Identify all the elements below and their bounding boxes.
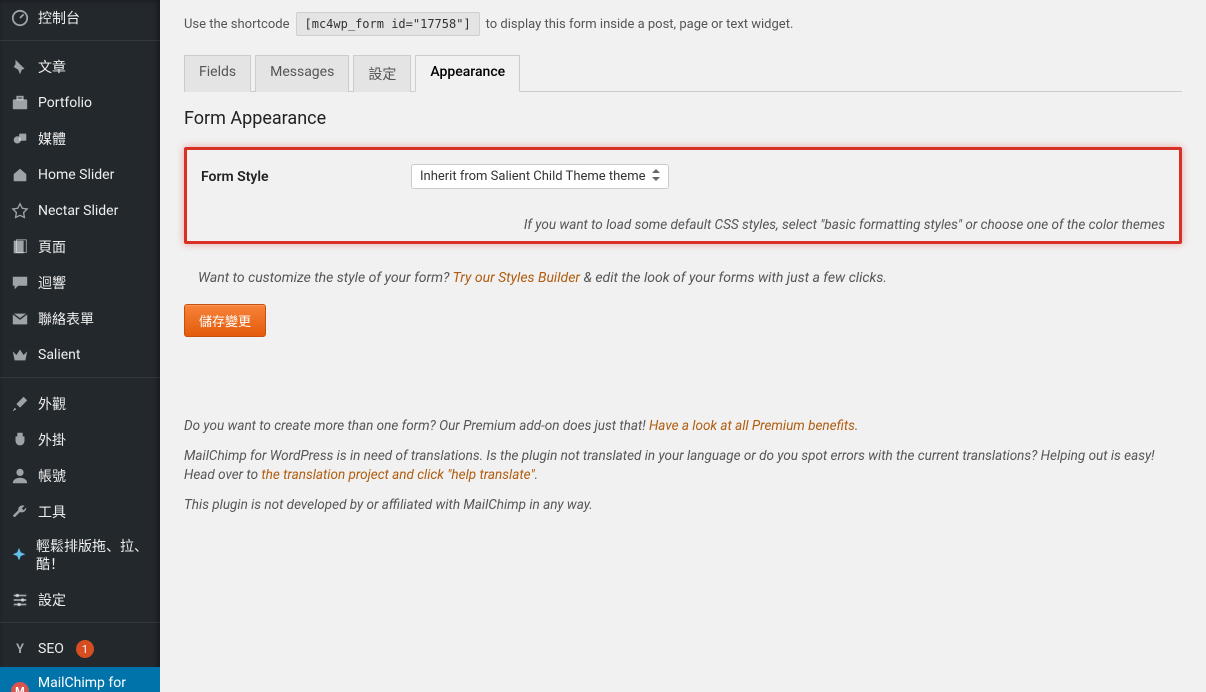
- admin-sidebar: 控制台 文章 Portfolio 媒體 Home Slider Nectar S…: [0, 0, 160, 692]
- form-style-highlight-box: Form Style Inherit from Salient Child Th…: [184, 147, 1182, 244]
- briefcase-icon: [10, 93, 30, 113]
- styles-builder-link[interactable]: Try our Styles Builder: [453, 270, 580, 286]
- mailchimp-icon: M: [10, 681, 30, 692]
- select-value: Inherit from Salient Child Theme theme: [420, 169, 646, 184]
- sidebar-item-mailchimp-for-wp[interactable]: M MailChimp for WP: [0, 667, 160, 692]
- promo-prefix: Want to customize the style of your form…: [198, 270, 449, 286]
- home-icon: [10, 165, 30, 185]
- sidebar-item-label: 設定: [38, 590, 66, 610]
- sidebar-item-portfolio[interactable]: Portfolio: [0, 85, 160, 121]
- sidebar-item-label: 迴響: [38, 273, 66, 293]
- sidebar-item-posts[interactable]: 文章: [0, 49, 160, 85]
- footer-disclaimer: This plugin is not developed by or affil…: [184, 496, 1182, 516]
- dashboard-icon: [10, 8, 30, 28]
- sidebar-item-label: Nectar Slider: [38, 203, 118, 219]
- sidebar-item-easy-layout[interactable]: 輕鬆排版拖、拉、酷！: [0, 530, 160, 582]
- sidebar-item-pages[interactable]: 頁面: [0, 229, 160, 265]
- shortcode-instruction: Use the shortcode [mc4wp_form id="17758"…: [184, 12, 1182, 36]
- tab-appearance[interactable]: Appearance: [415, 55, 520, 92]
- sidebar-item-media[interactable]: 媒體: [0, 121, 160, 157]
- sidebar-item-dashboard[interactable]: 控制台: [0, 0, 160, 36]
- comment-icon: [10, 273, 30, 293]
- sidebar-item-settings[interactable]: 設定: [0, 582, 160, 618]
- sidebar-item-label: MailChimp for WP: [38, 675, 150, 692]
- wrench-icon: [10, 502, 30, 522]
- sidebar-item-label: 外掛: [38, 430, 66, 450]
- pin-icon: [10, 57, 30, 77]
- styles-builder-promo: Want to customize the style of your form…: [198, 270, 1182, 286]
- chevron-updown-icon: [652, 169, 660, 184]
- sidebar-item-label: 外觀: [38, 394, 66, 414]
- sidebar-item-seo[interactable]: Y SEO 1: [0, 631, 160, 667]
- premium-benefits-link[interactable]: Have a look at all Premium benefits: [649, 418, 855, 434]
- tab-fields[interactable]: Fields: [184, 55, 251, 92]
- sidebar-item-label: 工具: [38, 502, 66, 522]
- footer-p1-end: .: [855, 418, 858, 434]
- sidebar-item-label: Salient: [38, 347, 80, 363]
- translation-project-link[interactable]: the translation project and click "help …: [261, 467, 534, 483]
- sidebar-item-label: 頁面: [38, 237, 66, 257]
- shortcode-prefix: Use the shortcode: [184, 17, 290, 32]
- footer-p1-text: Do you want to create more than one form…: [184, 418, 646, 434]
- sidebar-item-label: 媒體: [38, 129, 66, 149]
- sidebar-item-label: SEO: [38, 641, 64, 657]
- form-style-row: Form Style Inherit from Salient Child Th…: [201, 164, 1165, 189]
- main-content: Use the shortcode [mc4wp_form id="17758"…: [160, 0, 1206, 692]
- sidebar-item-label: Home Slider: [38, 167, 114, 183]
- tab-settings[interactable]: 設定: [353, 55, 411, 92]
- seo-icon: Y: [10, 639, 30, 659]
- crown-icon: [10, 345, 30, 365]
- sparkle-icon: [10, 546, 28, 566]
- promo-suffix: & edit the look of your forms with just …: [583, 270, 887, 286]
- update-badge: 1: [76, 640, 94, 658]
- form-style-select[interactable]: Inherit from Salient Child Theme theme: [411, 164, 669, 189]
- sidebar-item-label: 文章: [38, 57, 66, 77]
- sidebar-item-nectar-slider[interactable]: Nectar Slider: [0, 193, 160, 229]
- sidebar-item-appearance[interactable]: 外觀: [0, 386, 160, 422]
- footer-notes: Do you want to create more than one form…: [184, 417, 1182, 515]
- shortcode-suffix: to display this form inside a post, page…: [486, 17, 794, 32]
- tabs: Fields Messages 設定 Appearance: [184, 54, 1182, 92]
- mail-icon: [10, 309, 30, 329]
- sidebar-item-salient[interactable]: Salient: [0, 337, 160, 373]
- media-icon: [10, 129, 30, 149]
- page-icon: [10, 237, 30, 257]
- sidebar-item-tools[interactable]: 工具: [0, 494, 160, 530]
- sidebar-item-label: 控制台: [38, 8, 80, 28]
- sliders-icon: [10, 590, 30, 610]
- section-title: Form Appearance: [184, 108, 1182, 129]
- sidebar-item-contact-form[interactable]: 聯絡表單: [0, 301, 160, 337]
- sidebar-item-plugins[interactable]: 外掛: [0, 422, 160, 458]
- sidebar-item-comments[interactable]: 迴響: [0, 265, 160, 301]
- star-icon: [10, 201, 30, 221]
- sidebar-item-label: 聯絡表單: [38, 309, 94, 329]
- user-icon: [10, 466, 30, 486]
- shortcode-code[interactable]: [mc4wp_form id="17758"]: [296, 12, 480, 36]
- sidebar-item-users[interactable]: 帳號: [0, 458, 160, 494]
- form-style-label: Form Style: [201, 164, 351, 185]
- sidebar-item-label: 輕鬆排版拖、拉、酷！: [36, 538, 150, 574]
- plug-icon: [10, 430, 30, 450]
- sidebar-item-home-slider[interactable]: Home Slider: [0, 157, 160, 193]
- brush-icon: [10, 394, 30, 414]
- form-style-hint: If you want to load some default CSS sty…: [201, 217, 1165, 233]
- save-button[interactable]: 儲存變更: [184, 304, 266, 337]
- sidebar-item-label: Portfolio: [38, 95, 92, 111]
- footer-p2-end: .: [535, 467, 538, 483]
- sidebar-item-label: 帳號: [38, 466, 66, 486]
- tab-messages[interactable]: Messages: [255, 55, 349, 92]
